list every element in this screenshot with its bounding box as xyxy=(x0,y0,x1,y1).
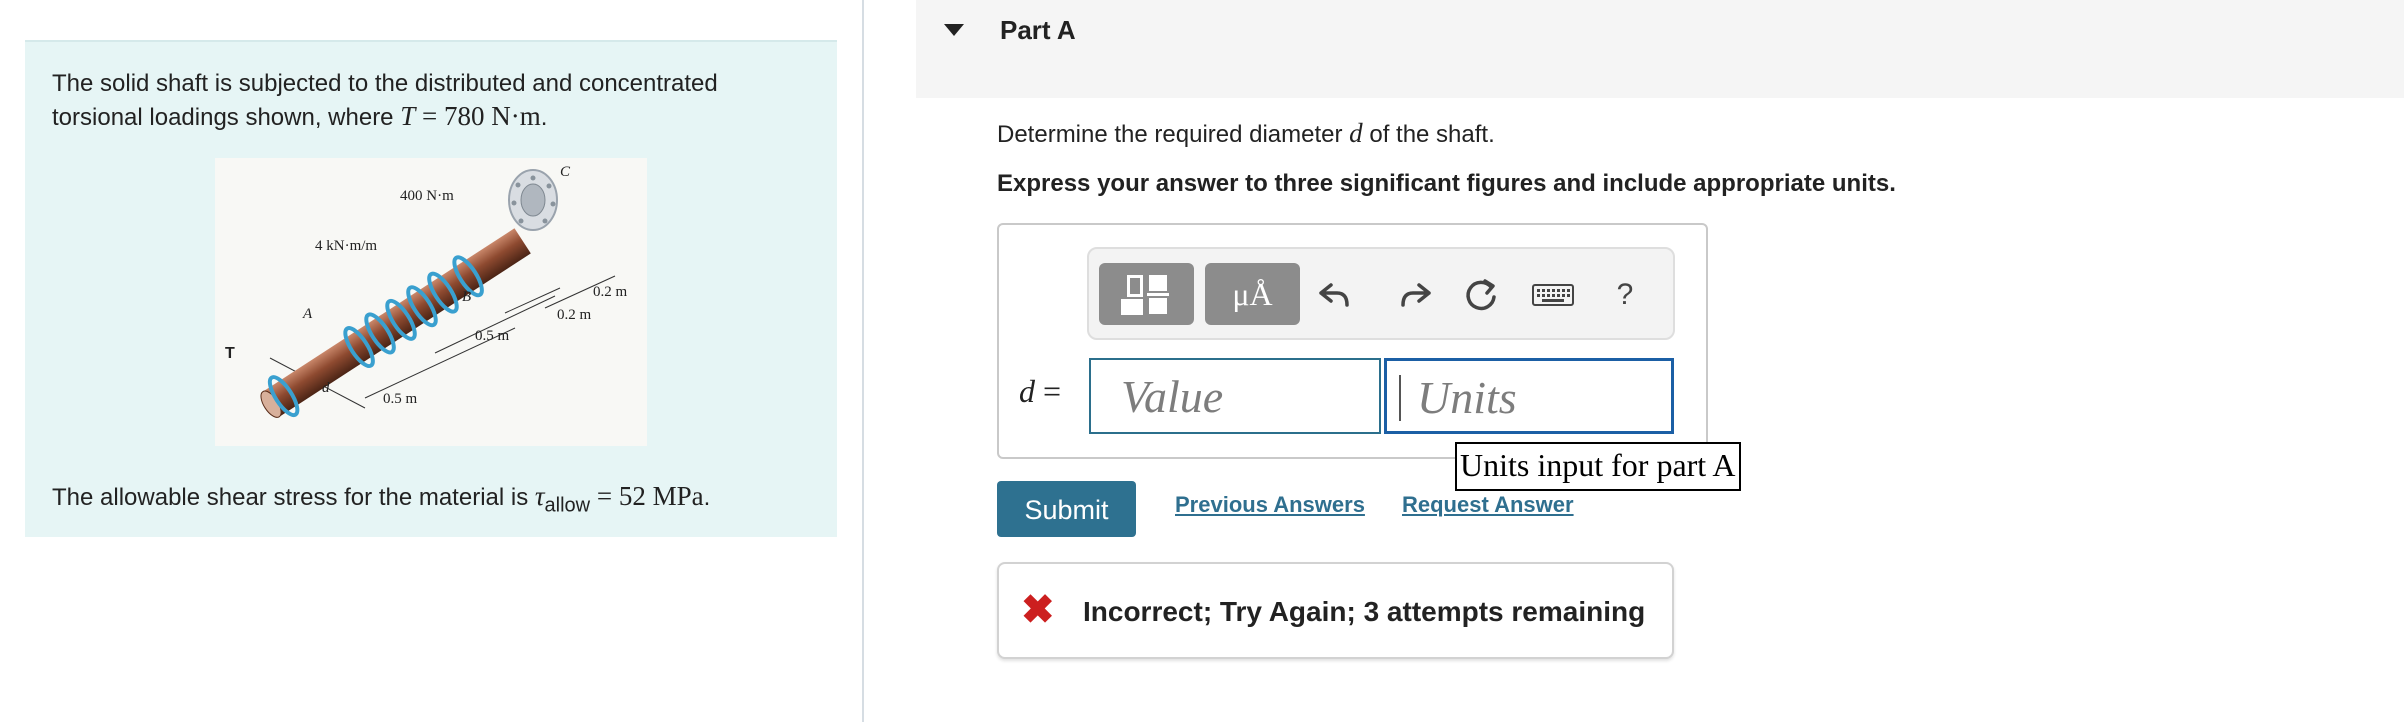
label-distributed-load: 4 kN·m/m xyxy=(315,238,377,254)
label-torque-400: 400 N·m xyxy=(400,188,454,204)
part-a-header[interactable]: Part A xyxy=(916,0,2404,98)
shear-stress-statement: The allowable shear stress for the mater… xyxy=(52,481,711,517)
templates-icon xyxy=(1121,275,1169,315)
feedback-message: Incorrect; Try Again; 3 attempts remaini… xyxy=(1083,596,1646,627)
shaft-diagram: 400 N·m 4 kN·m/m C A B T d 0.2 m 0.2 m 0… xyxy=(225,164,628,418)
undo-icon[interactable] xyxy=(1313,273,1357,317)
answer-variable-label: d = xyxy=(1019,373,1062,409)
tau-expression: τallow = 52 MPa xyxy=(534,481,704,517)
shaft-figure: 400 N·m 4 kN·m/m C A B T d 0.2 m 0.2 m 0… xyxy=(215,158,647,446)
units-tooltip: Units input for part A xyxy=(1455,442,1741,491)
help-button[interactable]: ? xyxy=(1603,273,1647,317)
label-dim-0-5-upper: 0.5 m xyxy=(475,328,510,344)
torque-expression: T = 780 N·m xyxy=(400,101,541,131)
incorrect-x-icon: ✖ xyxy=(1021,588,1055,632)
value-input[interactable]: Value xyxy=(1089,358,1381,434)
units-input[interactable]: Units xyxy=(1384,358,1674,434)
problem-statement: The solid shaft is subjected to the dist… xyxy=(52,70,718,131)
panel-divider xyxy=(862,0,864,722)
keyboard-icon[interactable] xyxy=(1523,273,1583,317)
feedback-box: ✖ Incorrect; Try Again; 3 attempts remai… xyxy=(997,562,1674,659)
problem-panel: The solid shaft is subjected to the dist… xyxy=(25,40,837,537)
label-dim-0-2-lower: 0.2 m xyxy=(557,307,592,323)
label-dim-0-2-upper: 0.2 m xyxy=(593,284,628,300)
request-answer-link[interactable]: Request Answer xyxy=(1402,492,1574,518)
label-diameter-d: d xyxy=(322,380,330,396)
label-torque-t: T xyxy=(225,345,235,362)
reset-icon[interactable] xyxy=(1459,273,1503,317)
collapse-caret-icon[interactable] xyxy=(944,24,964,36)
redo-icon[interactable] xyxy=(1393,273,1437,317)
submit-button[interactable]: Submit xyxy=(997,481,1136,537)
label-dim-0-5-lower: 0.5 m xyxy=(383,391,418,407)
symbols-button[interactable]: μÅ xyxy=(1205,263,1300,325)
shaft-body xyxy=(262,228,531,417)
label-point-b: B xyxy=(462,289,471,305)
bearing-support xyxy=(508,169,558,231)
problem-intro: The solid shaft is subjected to the dist… xyxy=(52,70,718,131)
text-cursor xyxy=(1399,375,1401,421)
answer-box: μÅ ? d = Value Units xyxy=(997,223,1708,459)
part-title: Part A xyxy=(1000,15,1076,45)
instruction-text: Express your answer to three significant… xyxy=(997,170,1896,197)
math-toolbar: μÅ ? xyxy=(1087,247,1675,340)
previous-answers-link[interactable]: Previous Answers xyxy=(1175,492,1365,518)
label-point-a: A xyxy=(302,306,313,322)
units-placeholder: Units xyxy=(1417,372,1517,423)
label-point-c: C xyxy=(560,164,571,180)
templates-button[interactable] xyxy=(1099,263,1194,325)
question-text: Determine the required diameter d of the… xyxy=(997,118,1495,148)
